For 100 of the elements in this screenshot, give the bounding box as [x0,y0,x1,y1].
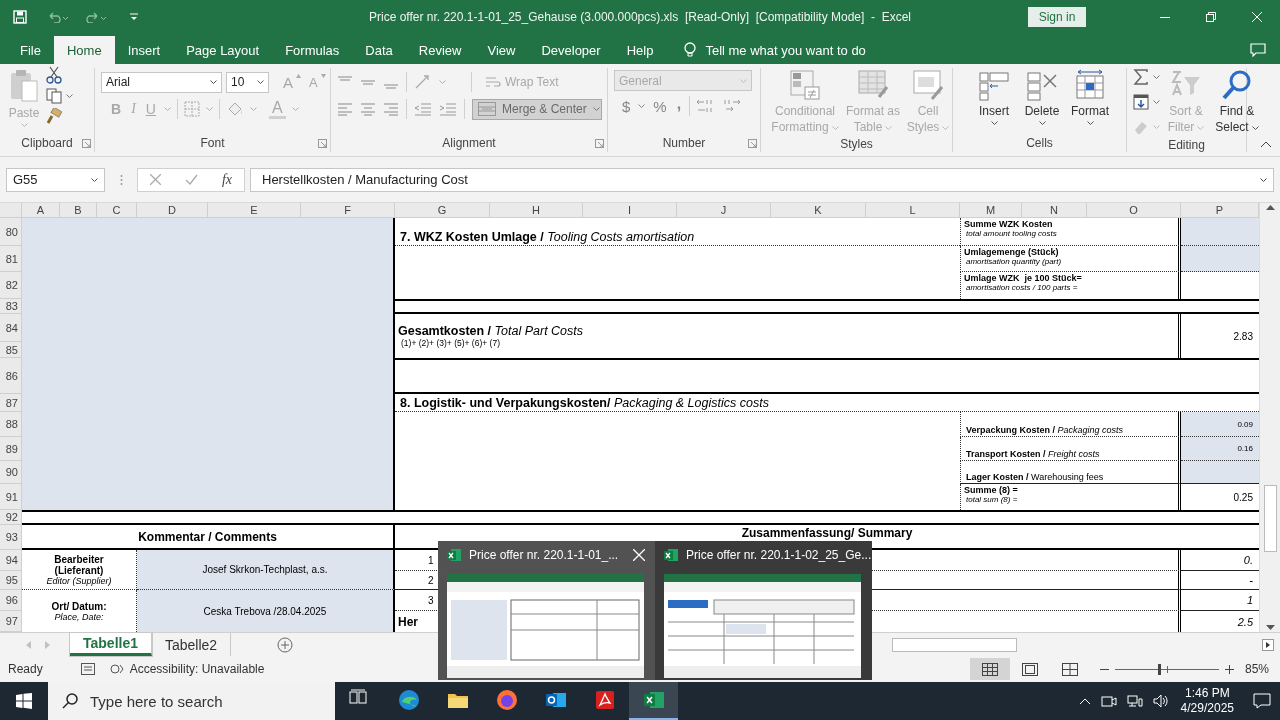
caret-icon[interactable] [1038,121,1046,125]
zoom-level[interactable]: 85% [1234,662,1280,676]
dialog-launcher-icon[interactable] [748,138,757,148]
insert-function-button[interactable]: fx [221,171,232,188]
insert-cells-icon[interactable] [978,69,1010,101]
font-name-field[interactable]: Arial [101,71,222,93]
fill-down-icon[interactable] [1133,94,1149,110]
macro-record-icon[interactable] [80,663,95,675]
menu-tab[interactable]: File [7,36,54,64]
row-header[interactable]: 96 [0,590,22,611]
save-icon[interactable] [13,9,27,24]
caret-icon[interactable] [990,121,998,125]
zoom-in-icon[interactable] [1225,664,1234,674]
column-header[interactable]: H [490,203,583,218]
tell-me-button[interactable]: Tell me what you want to do [678,36,872,64]
row-header[interactable]: 95 [0,571,22,590]
speaker-icon[interactable] [1152,694,1169,708]
row-header[interactable]: 88 [0,412,22,437]
chevron-up-icon[interactable] [1078,697,1091,705]
cells-button[interactable]: Format [1069,68,1111,125]
format-cells-icon[interactable] [1074,69,1106,101]
menu-tab[interactable]: Formulas [272,36,353,64]
caret-icon[interactable] [91,177,98,182]
column-header[interactable]: O [1087,203,1181,218]
caret-icon[interactable] [257,80,264,84]
column-header[interactable]: K [771,203,866,218]
check-icon[interactable] [184,174,198,185]
fox-globe-icon[interactable] [495,689,518,711]
menu-tab[interactable]: Review [405,36,475,64]
sign-in-button[interactable]: Sign in [1028,6,1086,27]
scroll-right-icon[interactable] [1262,638,1274,651]
row-header[interactable]: 83 [0,299,22,314]
dialog-launcher-icon[interactable] [82,138,91,148]
formula-field[interactable]: Herstellkosten / Manufacturing Cost [250,167,1274,192]
scissors-icon[interactable] [46,66,62,84]
close-icon[interactable] [633,549,645,561]
taskbar-search-field[interactable]: Type here to search [48,682,335,720]
column-header[interactable]: D [137,203,208,218]
zoom-slider-thumb[interactable] [1157,663,1161,675]
delete-cells-icon[interactable] [1026,69,1058,101]
row-header[interactable]: 84 [0,314,22,342]
caret-icon[interactable] [1251,125,1259,130]
find-select-button[interactable]: Find & Select [1212,68,1262,135]
view-button[interactable] [970,658,1010,680]
row-header[interactable]: 86 [0,358,22,394]
cancel-icon[interactable] [149,174,161,185]
customize-icon[interactable] [130,12,138,21]
comment-icon[interactable] [1250,43,1266,57]
row-header[interactable]: 92 [0,510,22,525]
row-header[interactable]: 87 [0,394,22,412]
row-header[interactable]: 97 [0,611,22,632]
caret-icon[interactable] [210,80,217,84]
column-header[interactable]: P [1181,203,1259,218]
menu-tab[interactable]: Help [613,36,667,64]
column-header[interactable]: L [866,203,960,218]
row-header[interactable]: 89 [0,437,22,461]
column-header[interactable]: B [60,203,97,218]
cells-button[interactable]: Insert [973,68,1015,125]
scrollbar-thumb[interactable] [1263,485,1277,552]
row-header[interactable]: 91 [0,484,22,510]
close-icon[interactable] [1252,11,1262,22]
menu-tab[interactable]: Developer [528,36,614,64]
network-icon[interactable] [1126,694,1143,708]
row-header[interactable]: 90 [0,461,22,484]
cells-button[interactable]: Delete [1021,68,1063,125]
browser-swirl-icon[interactable] [397,689,420,711]
menu-tab[interactable]: Page Layout [173,36,273,64]
scroll-up-icon[interactable] [1265,205,1275,210]
notification-icon[interactable] [1253,693,1271,709]
font-size-field[interactable]: 10 [226,71,269,93]
undo-icon[interactable] [47,10,69,23]
decrease-decimal-icon[interactable] [722,98,743,114]
row-header[interactable]: 85 [0,342,22,358]
pdf-app-icon[interactable] [593,689,616,711]
drag-handle-icon[interactable] [119,173,123,186]
row-header[interactable]: 80 [0,218,22,246]
sheet-tab[interactable]: Tabelle1 [70,633,152,656]
paintbrush-icon[interactable] [46,108,62,124]
column-header[interactable]: F [301,203,395,218]
collapse-ribbon-icon[interactable] [1260,141,1272,148]
camera-icon[interactable] [1100,694,1117,708]
dialog-launcher-icon[interactable] [318,138,327,148]
name-box[interactable]: G55 [6,167,105,192]
dialog-launcher-icon[interactable] [595,138,604,148]
caret-icon[interactable] [1260,177,1267,182]
column-header[interactable]: J [677,203,771,218]
menu-tab[interactable]: Home [53,36,115,64]
menu-tab[interactable]: Data [352,36,406,64]
row-header[interactable]: 81 [0,246,22,272]
column-header[interactable]: I [583,203,677,218]
spreadsheet-app-icon[interactable] [664,548,678,562]
restore-icon[interactable] [1206,11,1216,22]
row-header[interactable]: 93 [0,525,22,550]
spreadsheet-app-icon[interactable] [642,689,665,711]
column-header[interactable]: M [960,203,1022,218]
menu-tab[interactable]: View [474,36,529,64]
column-header[interactable]: G [395,203,490,218]
windows-logo-icon[interactable] [16,693,32,709]
accessibility-button[interactable]: Accessibility: Unavailable [109,662,265,676]
spreadsheet-app-icon[interactable] [447,548,461,562]
